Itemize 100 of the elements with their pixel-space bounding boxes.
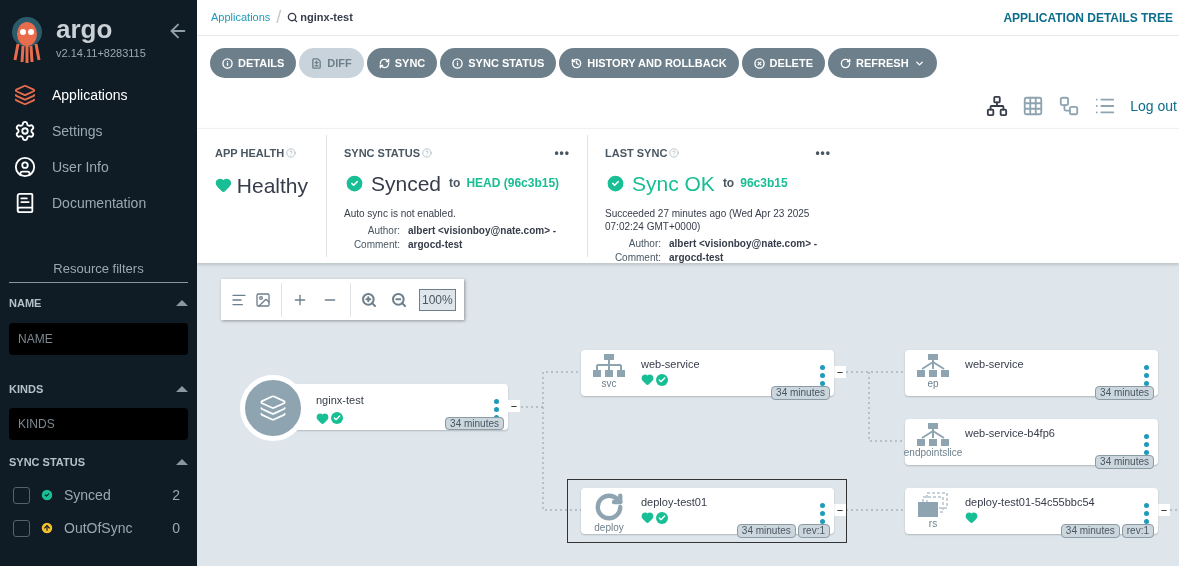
more-menu-icon[interactable] [1144, 503, 1149, 524]
book-icon [14, 192, 36, 214]
tree-view-icon[interactable] [986, 95, 1009, 117]
version-label: v2.14.11+8283115 [56, 46, 146, 61]
more-menu-icon[interactable] [820, 365, 825, 386]
age-tag: 34 minutes [1095, 455, 1154, 469]
nav-item[interactable]: Applications [0, 82, 197, 108]
breadcrumb-current: nginx-test [300, 10, 353, 26]
action-button[interactable]: DELETE [741, 48, 825, 78]
resource-name: web-service [965, 358, 1024, 371]
health-value: Healthy [236, 172, 308, 199]
resource-name: web-service [641, 358, 700, 371]
more-menu-icon[interactable] [1144, 434, 1149, 455]
to-label: to [722, 175, 735, 193]
field-label: Comment: [352, 238, 400, 252]
nav-item[interactable]: User Info [0, 154, 197, 180]
resource-name: deploy-test01-54c55bbc54 [965, 496, 1095, 509]
logo-text: argo [56, 16, 114, 42]
section-label: LAST SYNC [605, 146, 668, 161]
fit-view-icon[interactable] [255, 291, 271, 308]
filter-label: SYNC STATUS [9, 455, 85, 470]
section-label: SYNC STATUS [344, 146, 420, 161]
arrow-up-icon [40, 521, 54, 535]
user-icon [14, 156, 36, 178]
collapse-caret-icon[interactable] [176, 459, 188, 466]
endpoint-icon [917, 423, 949, 447]
status-value: Sync OK [632, 170, 715, 197]
age-tag: 34 minutes [445, 417, 504, 430]
nav-item[interactable]: Settings [0, 118, 197, 144]
check-icon [605, 172, 626, 194]
sync-note: Succeeded 27 minutes ago (Wed Apr 23 2025 07:02:24 GMT+0000) [605, 207, 811, 233]
more-menu[interactable]: ••• [815, 149, 831, 158]
comment-value: argocd-test [408, 238, 464, 252]
close-circle-icon [753, 57, 765, 69]
check-icon [40, 488, 54, 502]
author-value: albert <visionboy@nate.com> - [408, 224, 558, 238]
revision-tag: rev:1 [1121, 524, 1154, 538]
resource-name: web-service-b4fp6 [965, 427, 1055, 440]
more-menu-icon[interactable] [1144, 365, 1149, 386]
section-label: APP HEALTH [215, 146, 285, 161]
sync-note: Auto sync is not enabled. [344, 207, 457, 220]
collapse-caret-icon[interactable] [176, 300, 188, 307]
revision-tag: rev:1 [797, 524, 830, 538]
filter-label: NAME [9, 296, 42, 311]
logout-link[interactable]: Log out [1130, 95, 1177, 117]
search-icon [287, 12, 299, 23]
action-button[interactable]: DETAILS [210, 48, 297, 78]
zoom-level[interactable]: 100% [419, 288, 456, 311]
file-icon [311, 57, 323, 69]
field-label: Author: [366, 224, 400, 238]
kind-label: endpointslice [903, 447, 963, 459]
option-label: OutOfSync [64, 518, 133, 538]
rotate-icon [594, 492, 624, 522]
connector-line [845, 509, 906, 511]
hierarchy-view-icon[interactable] [1058, 95, 1081, 117]
action-button[interactable]: HISTORY AND ROLLBACK [559, 48, 739, 78]
kind-label: ep [927, 378, 939, 390]
action-button[interactable]: REFRESH [828, 48, 937, 78]
grid-view-icon[interactable] [1022, 95, 1045, 117]
kind-label: svc [601, 378, 617, 390]
field-label: Comment: [613, 251, 661, 265]
breadcrumb-separator: / [276, 6, 282, 29]
to-label: to [449, 175, 461, 193]
collapse-button[interactable]: − [1158, 504, 1170, 516]
checkbox[interactable] [13, 519, 30, 537]
info-icon [222, 57, 233, 69]
filter-field[interactable]: NAME [9, 322, 188, 355]
filter-field[interactable]: KINDS [9, 408, 188, 440]
app-name: nginx-test [316, 393, 364, 408]
option-count: 0 [172, 518, 180, 538]
resource-name: deploy-test01 [641, 496, 708, 509]
collapse-button[interactable]: − [834, 504, 846, 516]
page-title: APPLICATION DETAILS TREE [1003, 9, 1173, 27]
kind-label: deploy [594, 522, 624, 534]
checkbox[interactable] [13, 486, 30, 504]
more-menu[interactable]: ••• [554, 149, 570, 158]
zoom-in-icon[interactable] [361, 291, 377, 308]
filters-title: Resource filters [53, 261, 144, 276]
connector-line [1169, 509, 1179, 511]
collapse-button[interactable]: − [834, 366, 846, 378]
endpoint-icon [917, 354, 949, 378]
check-icon [344, 172, 365, 194]
field-label: Author: [627, 237, 661, 251]
history-icon [571, 57, 583, 69]
status-value: Synced [371, 170, 442, 197]
layers-icon [259, 394, 287, 422]
info-icon [452, 57, 464, 69]
action-button[interactable]: SYNC [366, 48, 438, 78]
age-tag: 34 minutes [1060, 524, 1120, 538]
filter-label: KINDS [9, 381, 44, 397]
action-button[interactable]: SYNC STATUS [440, 48, 557, 78]
collapse-button[interactable]: − [508, 400, 520, 412]
stacked-boxes-icon [917, 492, 949, 518]
more-menu-icon[interactable] [820, 503, 825, 524]
age-tag: 34 minutes [736, 524, 796, 538]
collapse-caret-icon[interactable] [176, 385, 188, 392]
nav-item[interactable]: Documentation [0, 190, 197, 216]
zoom-out-icon[interactable] [391, 291, 407, 308]
gear-icon [14, 120, 36, 142]
author-value: albert <visionboy@nate.com> - [669, 237, 819, 251]
